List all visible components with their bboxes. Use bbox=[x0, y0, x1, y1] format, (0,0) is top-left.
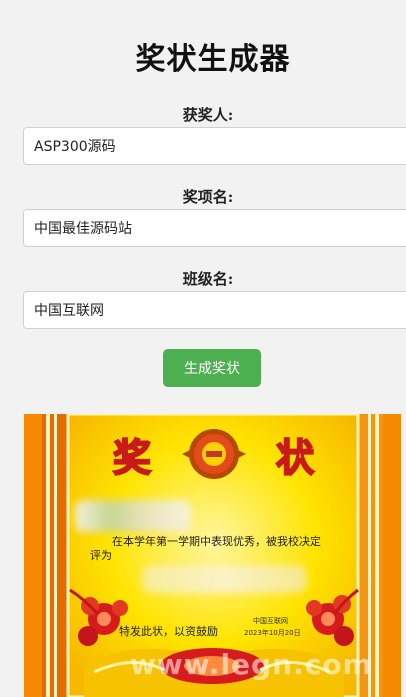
certificate-heading-right: 状 bbox=[276, 435, 315, 480]
blurred-winner-name bbox=[75, 500, 191, 532]
certificate-body-line2: 评为 bbox=[90, 549, 112, 562]
award-label: 奖项名: bbox=[182, 188, 234, 206]
winner-input[interactable] bbox=[23, 127, 406, 165]
certificate-issuer: 中国互联网 bbox=[253, 617, 288, 625]
certificate-date: 2023年10月20日 bbox=[244, 629, 301, 637]
award-input[interactable] bbox=[23, 209, 406, 247]
page-title: 奖状生成器 bbox=[135, 42, 291, 77]
certificate-closing: 特发此状，以资鼓励 bbox=[119, 625, 218, 638]
watermark: www.legn.com bbox=[130, 648, 373, 681]
blurred-award-name bbox=[142, 565, 307, 593]
generate-award-button[interactable]: 生成奖状 bbox=[163, 349, 261, 387]
certificate-body-line1: 在本学年第一学期中表现优秀，被我校决定 bbox=[112, 535, 321, 548]
class-input[interactable] bbox=[23, 291, 406, 329]
certificate-heading-left: 奖 bbox=[113, 435, 151, 480]
winner-label: 获奖人: bbox=[182, 106, 234, 124]
class-label: 班级名: bbox=[182, 270, 234, 288]
